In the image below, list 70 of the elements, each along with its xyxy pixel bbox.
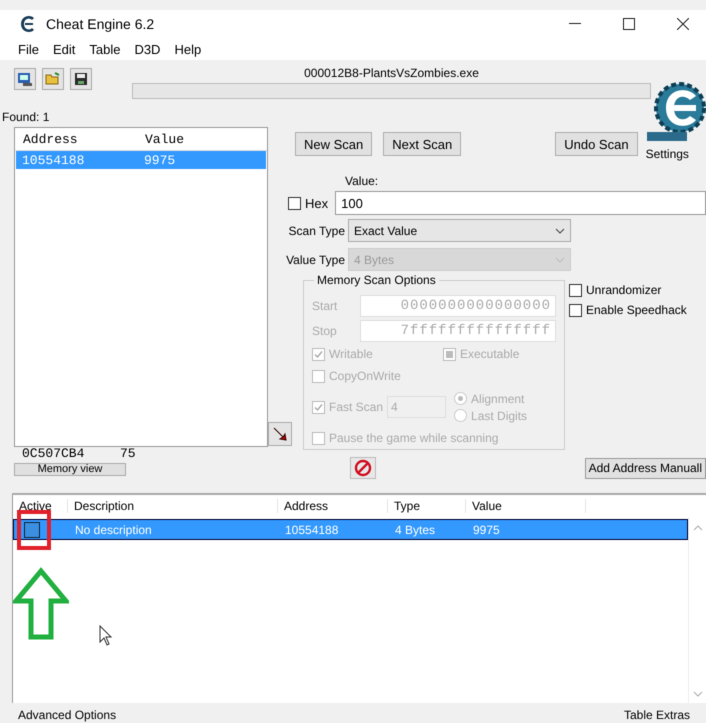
settings-link[interactable]: Settings <box>646 147 689 161</box>
chevron-down-icon <box>555 256 565 262</box>
advanced-options-link[interactable]: Advanced Options <box>18 708 116 722</box>
stop-label: Stop <box>312 324 338 338</box>
table-extras-link[interactable]: Table Extras <box>624 708 690 722</box>
checkbox[interactable] <box>569 304 582 316</box>
mouse-pointer-icon <box>99 625 113 647</box>
value-type-label: Value Type <box>285 252 346 266</box>
column-header[interactable]: Address <box>15 132 137 146</box>
column-header[interactable]: Value <box>137 132 184 146</box>
menu-item[interactable]: Edit <box>46 40 82 58</box>
value-input[interactable]: 100 <box>335 191 706 215</box>
process-name: 000012B8-PlantsVsZombies.exe <box>304 66 479 80</box>
radio-label: Last Digits <box>471 408 528 422</box>
process-button[interactable] <box>14 68 36 90</box>
scan-type-label: Scan Type <box>288 224 346 238</box>
pointer-arrow-icon <box>272 426 288 442</box>
fast-scan-label: Fast Scan <box>329 400 384 414</box>
computer-icon <box>17 71 33 87</box>
next-scan-button[interactable]: Next Scan <box>383 132 462 156</box>
column-header[interactable]: Active <box>13 499 68 513</box>
option-label: Unrandomizer <box>586 283 662 297</box>
pause-label: Pause the game while scanning <box>329 431 498 445</box>
radio-label: Alignment <box>471 392 524 406</box>
option-label: Enable Speedhack <box>586 303 687 317</box>
add-address-button[interactable]: Add Address Manuall <box>584 458 706 478</box>
value-label: Value: <box>344 174 380 190</box>
column-header[interactable]: Value <box>466 499 586 513</box>
found-count: Found: 1 <box>1 110 50 126</box>
highlight-frame <box>17 510 51 550</box>
folder-icon <box>45 72 61 86</box>
maximize-icon <box>623 18 635 30</box>
up-arrow-icon <box>13 565 69 641</box>
minimize-icon <box>569 23 581 25</box>
checkbox[interactable] <box>569 284 582 296</box>
indeterminate-mark <box>446 350 453 358</box>
menu-item[interactable]: D3D <box>128 40 166 58</box>
check-mark-icon <box>314 350 323 358</box>
column-header[interactable]: Type <box>388 499 466 513</box>
chevron-down-icon <box>555 228 565 234</box>
check-mark-icon <box>314 402 323 412</box>
hex-label: Hex <box>305 196 328 210</box>
menu-item[interactable]: File <box>12 40 45 58</box>
no-entry-icon <box>354 459 372 477</box>
executable-label: Executable <box>460 347 520 361</box>
group-title: Memory Scan Options <box>314 273 439 287</box>
save-button[interactable] <box>70 68 92 90</box>
scroll-down-icon[interactable] <box>692 691 702 697</box>
arrow-button[interactable] <box>268 422 292 446</box>
column-header[interactable]: Description <box>68 499 278 513</box>
menu-item[interactable]: Table <box>83 40 126 58</box>
close-icon <box>677 18 689 30</box>
checkbox[interactable] <box>288 196 301 210</box>
memory-view-button[interactable]: Memory view <box>14 463 126 476</box>
menu-item[interactable]: Help <box>168 40 208 58</box>
open-folder-button[interactable] <box>42 68 64 90</box>
column-header[interactable]: Address <box>278 499 388 513</box>
pointer-value: 75 <box>120 448 136 460</box>
new-scan-button[interactable]: New Scan <box>295 132 372 156</box>
undo-scan-button[interactable]: Undo Scan <box>555 132 638 156</box>
logo-badge <box>647 132 688 141</box>
writable-label: Writable <box>329 347 374 361</box>
pointer-address: 0C507CB4 <box>21 448 86 460</box>
stop-button[interactable] <box>350 457 376 479</box>
copy-on-write-label: CopyOnWrite <box>329 369 401 383</box>
active-checkbox[interactable] <box>24 522 40 538</box>
scan-type-dropdown[interactable]: Exact Value <box>348 219 571 242</box>
scroll-up-icon[interactable] <box>692 525 702 531</box>
window-title: Cheat Engine 6.2 <box>46 16 156 32</box>
start-label: Start <box>312 298 338 312</box>
